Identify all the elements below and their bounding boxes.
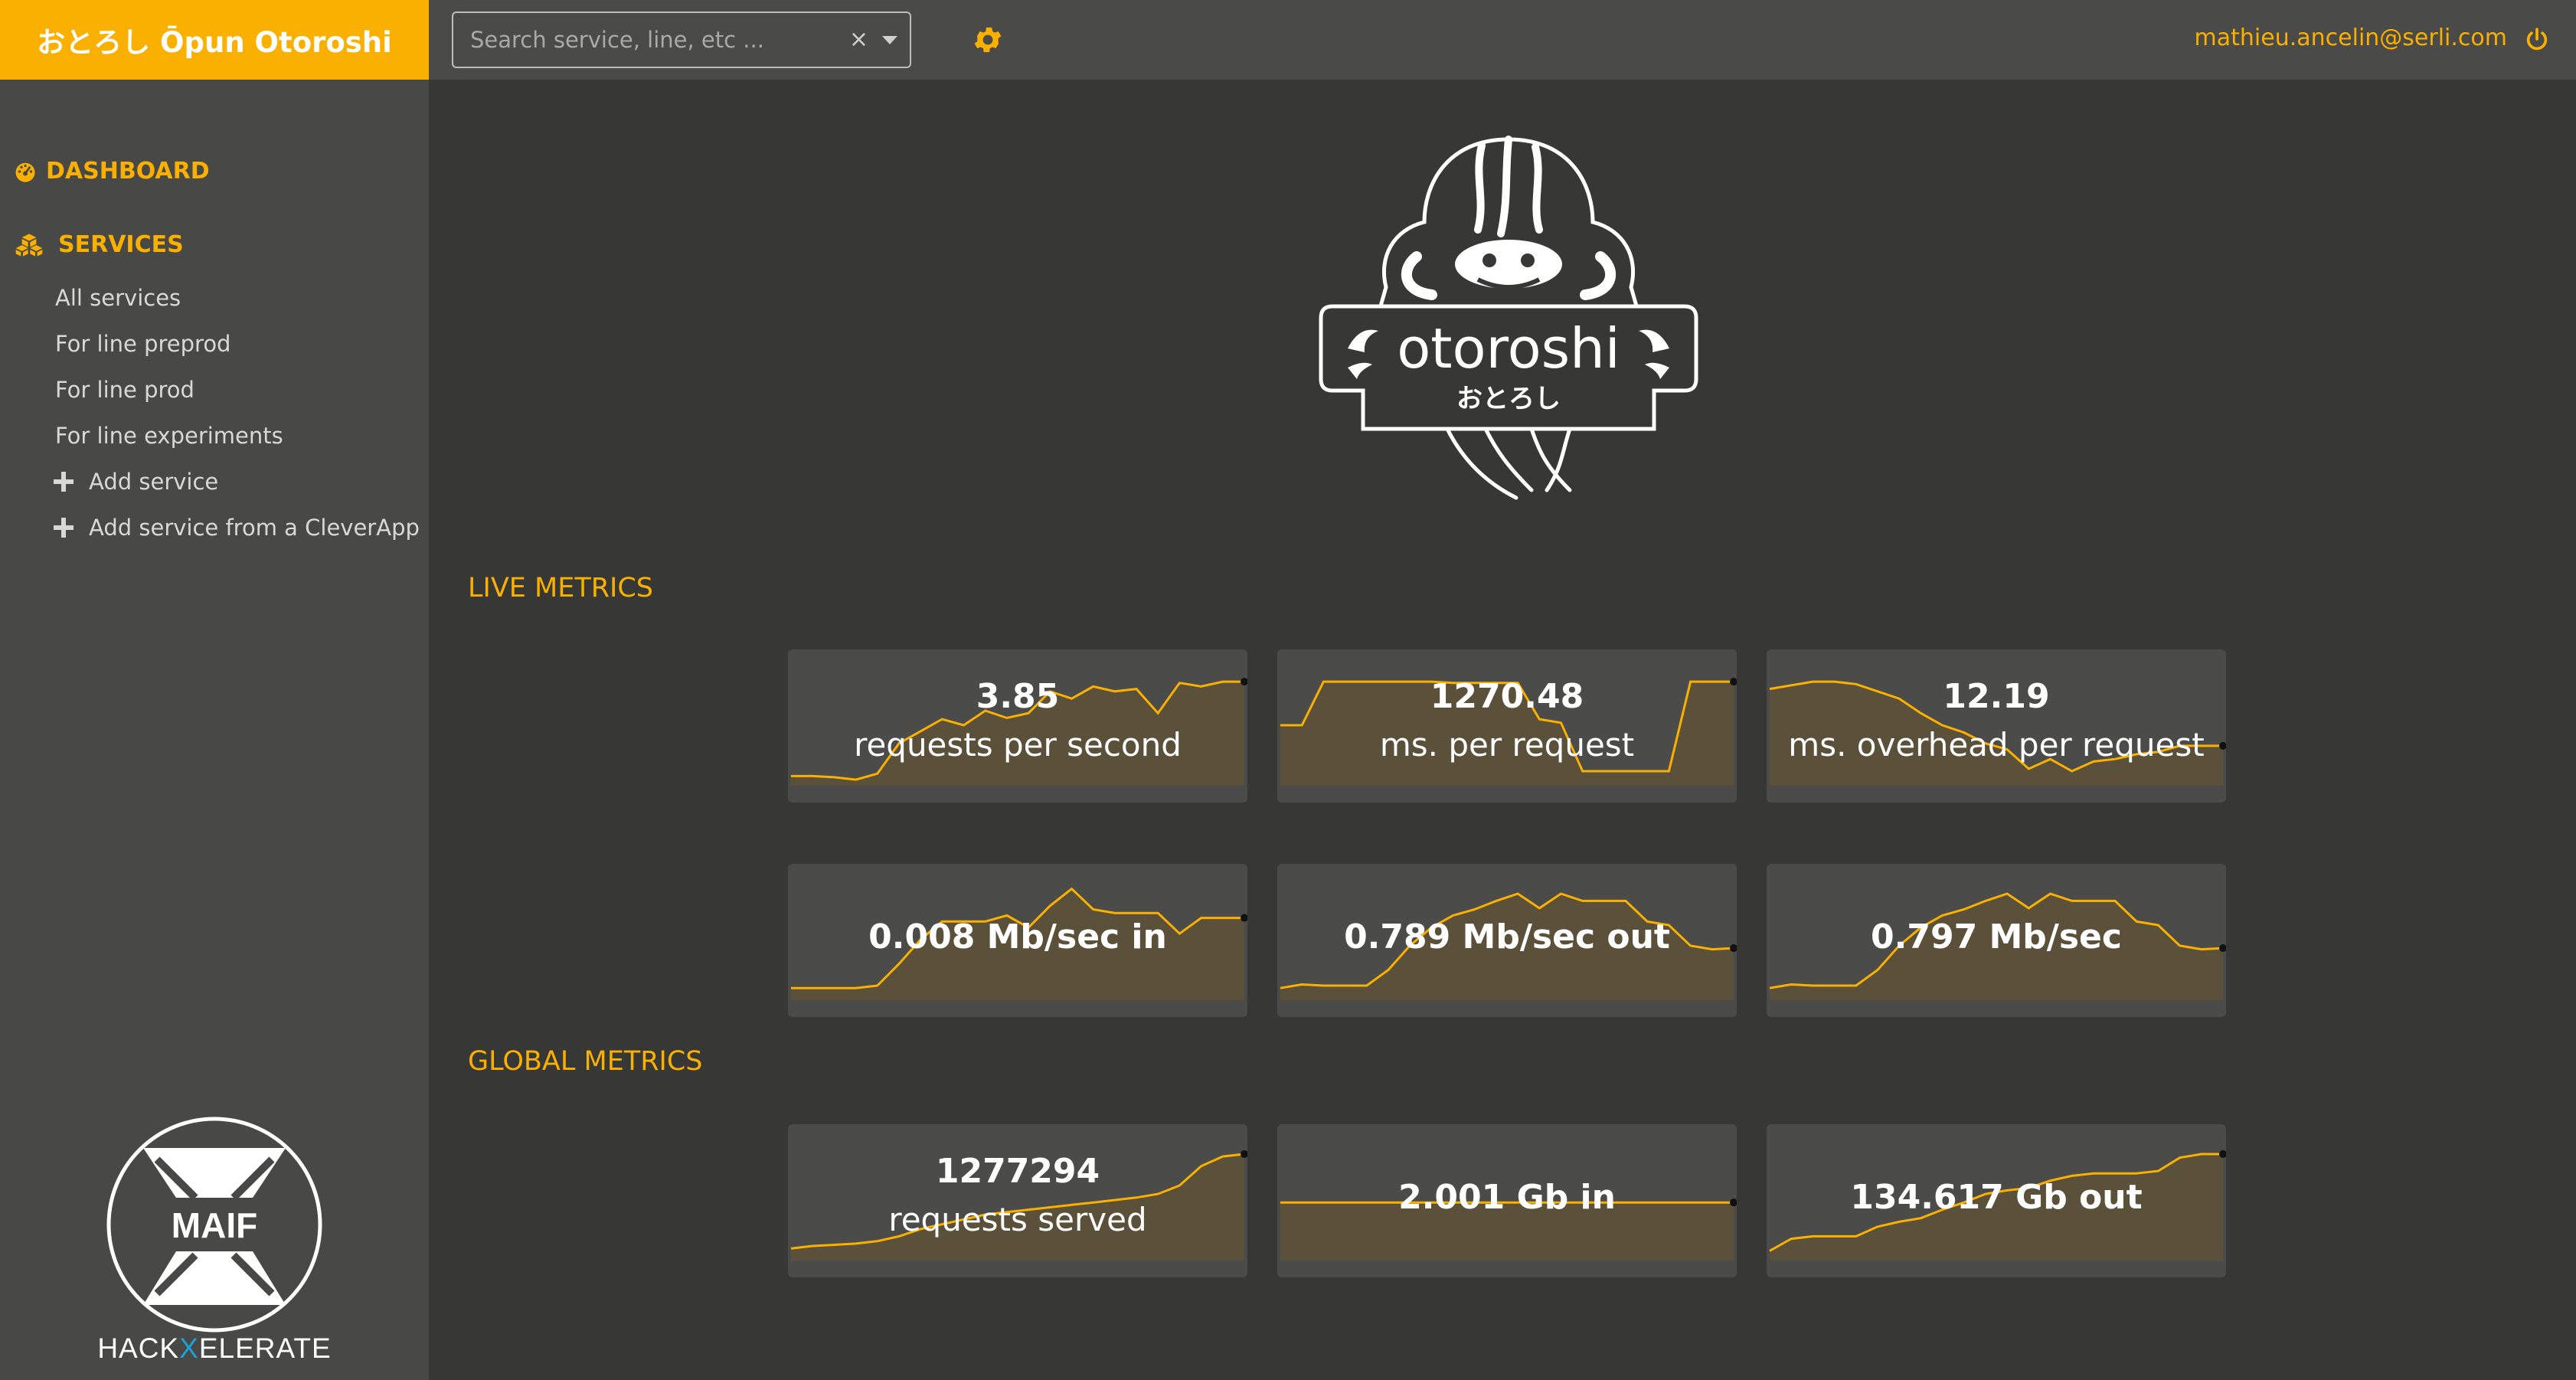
- brand-logo[interactable]: おとろし Ōpun Otoroshi: [0, 0, 429, 80]
- global-metrics-title: GLOBAL METRICS: [468, 1046, 703, 1077]
- sidebar-item-label: SERVICES: [58, 231, 184, 258]
- otoroshi-logo: otoroshi おとろし: [1319, 136, 1698, 500]
- sidebar-item-dashboard[interactable]: DASHBOARD: [14, 158, 210, 185]
- metric-label: ms. overhead per request: [1788, 726, 2205, 764]
- metric-value: 0.797 Mb/sec: [1871, 917, 2122, 957]
- metric-value: 0.008 Mb/sec in: [868, 917, 1167, 957]
- search-placeholder: Search service, line, etc ...: [470, 27, 764, 53]
- metric-value: 0.789 Mb/sec out: [1344, 917, 1670, 957]
- add-service-button[interactable]: Add service: [54, 469, 218, 495]
- logo-wordmark: otoroshi: [1397, 316, 1620, 381]
- metric-card-gb-in: 2.001 Gb in: [1277, 1124, 1737, 1277]
- metric-value: 134.617 Gb out: [1850, 1178, 2143, 1217]
- plus-icon: [54, 472, 74, 492]
- live-metrics-title: LIVE METRICS: [468, 573, 653, 603]
- metric-value: 3.85: [976, 677, 1060, 716]
- metric-value: 1277294: [935, 1152, 1100, 1191]
- clear-icon[interactable]: ×: [849, 13, 868, 67]
- gear-icon[interactable]: [971, 23, 1005, 57]
- metric-card-mb-in: 0.008 Mb/sec in: [788, 864, 1247, 1017]
- power-icon[interactable]: [2524, 26, 2550, 52]
- search-input[interactable]: Search service, line, etc ... ×: [452, 11, 911, 68]
- sidebar-item-services[interactable]: SERVICES: [14, 231, 184, 258]
- hack-text-end: ELERATE: [198, 1333, 332, 1364]
- cubes-icon: [15, 233, 43, 257]
- sidebar: DASHBOARD SERVICES All services For line…: [0, 80, 429, 1380]
- hack-x: X: [179, 1333, 199, 1364]
- user-email[interactable]: mathieu.ancelin@serli.com: [2195, 0, 2507, 80]
- metric-card-mb-total: 0.797 Mb/sec: [1767, 864, 2226, 1017]
- logo-kana: おとろし: [1456, 384, 1561, 414]
- top-bar: おとろし Ōpun Otoroshi Search service, line,…: [0, 0, 2576, 80]
- metric-card-requests-served: 1277294 requests served: [788, 1124, 1247, 1277]
- hackxelerate-label: HACKXELERATE: [0, 1333, 429, 1365]
- metric-card-ms-per-request: 1270.48 ms. per request: [1277, 649, 1737, 803]
- maif-logo: MAIF: [106, 1117, 322, 1333]
- add-service-clever-button[interactable]: Add service from a CleverApp: [54, 515, 420, 541]
- hack-text: HACK: [97, 1333, 180, 1364]
- metric-label: ms. per request: [1379, 726, 1635, 764]
- chevron-down-icon[interactable]: [882, 36, 897, 44]
- metric-value: 2.001 Gb in: [1398, 1178, 1616, 1217]
- metric-label: requests served: [888, 1201, 1147, 1238]
- metric-label: requests per second: [854, 726, 1182, 764]
- add-service-clever-label: Add service from a CleverApp: [89, 515, 420, 541]
- metric-card-gb-out: 134.617 Gb out: [1767, 1124, 2226, 1277]
- metric-card-requests-per-second: 3.85 requests per second: [788, 649, 1247, 803]
- maif-logo-text: MAIF: [172, 1205, 257, 1245]
- metric-value: 12.19: [1943, 677, 2050, 716]
- dashboard-icon: [15, 162, 35, 182]
- sidebar-item-line-experiments[interactable]: For line experiments: [55, 423, 283, 449]
- add-service-label: Add service: [89, 469, 219, 495]
- sidebar-item-label: DASHBOARD: [46, 158, 210, 185]
- metric-card-ms-overhead: 12.19 ms. overhead per request: [1767, 649, 2226, 803]
- sidebar-item-line-preprod[interactable]: For line preprod: [55, 331, 230, 357]
- sidebar-item-line-prod[interactable]: For line prod: [55, 377, 195, 403]
- plus-icon: [54, 518, 74, 538]
- metric-value: 1270.48: [1430, 677, 1584, 716]
- metric-card-mb-out: 0.789 Mb/sec out: [1277, 864, 1737, 1017]
- sidebar-item-all-services[interactable]: All services: [55, 285, 181, 311]
